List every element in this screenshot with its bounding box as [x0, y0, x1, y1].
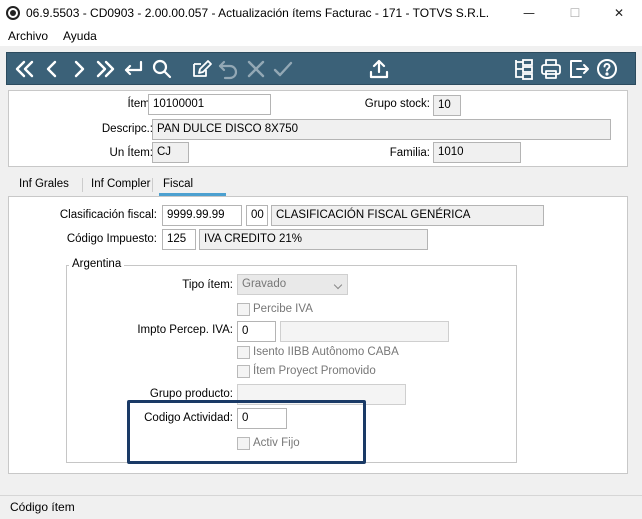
familia-label: Familia:: [389, 147, 430, 159]
descripc-label: Descripc.:: [101, 123, 153, 135]
edit-icon[interactable]: [189, 57, 213, 81]
grupo-stock-field[interactable]: 10: [433, 95, 461, 116]
percibe-iva-checkbox[interactable]: [237, 303, 250, 316]
undo-icon[interactable]: [216, 57, 240, 81]
tab-inf-compler[interactable]: Inf Compler: [87, 176, 154, 196]
enter-icon[interactable]: [121, 57, 145, 81]
help-icon[interactable]: [595, 57, 619, 81]
status-text: Código ítem: [10, 500, 75, 514]
percibe-iva-label: Percibe IVA: [253, 303, 313, 315]
codigo-impuesto-desc-field: IVA CREDITO 21%: [199, 229, 428, 250]
clasificacion-desc-field: CLASIFICACIÓN FISCAL GENÉRICA: [271, 205, 544, 226]
tab-separator: [82, 178, 83, 192]
codigo-impuesto-field[interactable]: 125: [162, 229, 196, 250]
un-item-field[interactable]: CJ: [152, 142, 189, 163]
tab-fiscal[interactable]: Fiscal: [159, 176, 226, 196]
maximize-button[interactable]: ☐: [552, 0, 598, 26]
item-proyect-label: Ítem Proyect Promovido: [253, 365, 376, 377]
argentina-group-title: Argentina: [69, 258, 125, 270]
clasificacion-code-field[interactable]: 9999.99.99: [162, 205, 242, 226]
confirm-icon[interactable]: [271, 57, 295, 81]
cancel-icon[interactable]: [244, 57, 268, 81]
print-icon[interactable]: [539, 57, 563, 81]
menu-ayuda[interactable]: Ayuda: [63, 29, 97, 43]
status-bar: Código ítem: [0, 495, 642, 519]
toolbar: [6, 52, 636, 85]
un-item-label: Un Ítem:: [109, 147, 153, 159]
last-icon[interactable]: [94, 57, 118, 81]
tree-icon[interactable]: [512, 57, 536, 81]
grupo-stock-label: Grupo stock:: [364, 98, 430, 110]
impto-percep-field[interactable]: 0: [237, 321, 276, 342]
title-bar: 06.9.5503 - CD0903 - 2.00.00.057 - Actua…: [0, 0, 642, 26]
export-icon[interactable]: [367, 57, 391, 81]
item-header-panel: Ítem: 10100001 Grupo stock: 10 Descripc.…: [8, 90, 628, 167]
app-icon: [6, 6, 20, 20]
impto-percep-desc-field: [280, 321, 449, 342]
previous-icon[interactable]: [40, 57, 64, 81]
menu-archivo[interactable]: Archivo: [8, 29, 48, 43]
tab-strip: Inf Grales Inf Compler Fiscal: [8, 176, 628, 198]
item-proyect-checkbox[interactable]: [237, 365, 250, 378]
menu-bar: Archivo Ayuda: [0, 26, 642, 46]
tab-separator: [152, 178, 153, 192]
impto-percep-label: Impto Percep. IVA:: [137, 324, 233, 336]
first-icon[interactable]: [12, 57, 36, 81]
next-icon[interactable]: [67, 57, 91, 81]
isento-iibb-label: Isento IIBB Autônomo CABA: [253, 346, 399, 358]
highlight-box: [127, 400, 366, 464]
tipo-item-label: Tipo ítem:: [182, 279, 233, 291]
tab-inf-grales[interactable]: Inf Grales: [15, 176, 73, 196]
exit-icon[interactable]: [567, 57, 591, 81]
tipo-item-select[interactable]: Gravado: [237, 274, 348, 295]
close-button[interactable]: ✕: [596, 0, 642, 26]
tipo-item-value: Gravado: [242, 278, 287, 290]
codigo-impuesto-label: Código Impuesto:: [66, 233, 157, 245]
minimize-button[interactable]: —: [506, 0, 552, 26]
isento-iibb-checkbox[interactable]: [237, 346, 250, 359]
item-field[interactable]: 10100001: [148, 94, 271, 115]
window-title: 06.9.5503 - CD0903 - 2.00.00.057 - Actua…: [26, 6, 490, 20]
grupo-producto-label: Grupo producto:: [149, 388, 233, 400]
clasificacion-fiscal-label: Clasificación fiscal:: [59, 209, 157, 221]
descripc-field[interactable]: PAN DULCE DISCO 8X750: [152, 119, 611, 140]
search-icon[interactable]: [150, 57, 174, 81]
chevron-down-icon: [333, 280, 343, 290]
clasificacion-sub-field[interactable]: 00: [246, 205, 268, 226]
familia-field[interactable]: 1010: [433, 142, 521, 163]
